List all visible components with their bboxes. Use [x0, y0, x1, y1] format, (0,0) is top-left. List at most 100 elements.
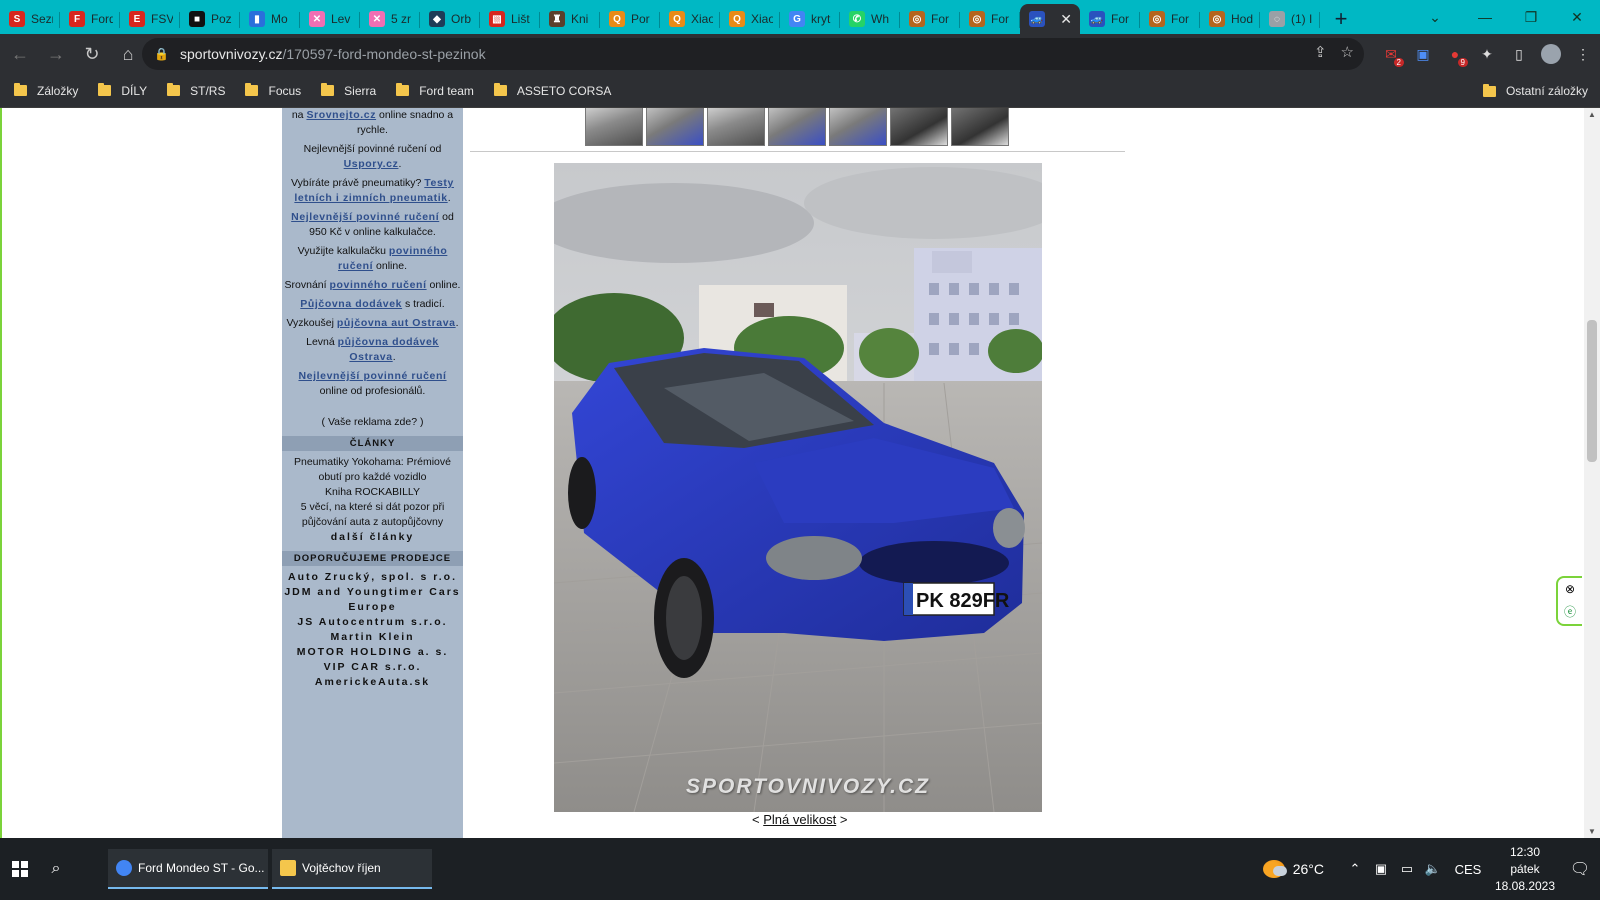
gallery-thumbnail[interactable] [646, 108, 704, 146]
gallery-thumbnail[interactable] [768, 108, 826, 146]
dealer-link[interactable]: AmerickeAuta.sk [284, 675, 461, 690]
translate-extension-icon[interactable]: ▣ [1410, 41, 1436, 67]
tab[interactable]: F Ford [60, 4, 120, 34]
ublock-extension-icon[interactable]: ● 9 [1442, 41, 1468, 67]
ad-link[interactable]: Uspory.cz [344, 158, 399, 170]
back-icon[interactable]: ← [4, 38, 36, 70]
main-car-photo[interactable]: PK 829FR SPORTOVNIVOZY.CZ [554, 163, 1042, 812]
bookmark-folder[interactable]: ST/RS [167, 83, 225, 98]
ad-link[interactable]: půjčovna dodávek Ostrava [338, 336, 439, 363]
dealer-link[interactable]: MOTOR HOLDING a. s. [284, 645, 461, 660]
tab-close-icon[interactable]: ✕ [1060, 11, 1072, 28]
ad-link[interactable]: půjčovna aut Ostrava [337, 317, 456, 329]
address-bar[interactable]: 🔒 sportovnivozy.cz/170597-ford-mondeo-st… [142, 38, 1364, 70]
taskbar-app[interactable]: Ford Mondeo ST - Go... [108, 849, 268, 889]
language-indicator[interactable]: CES [1446, 862, 1490, 877]
bookmark-star-icon[interactable]: ☆ [1341, 43, 1354, 61]
ad-cta[interactable]: ( Vaše reklama zde? ) [284, 415, 461, 430]
dealer-link[interactable]: Martin Klein [284, 630, 461, 645]
scroll-down-icon[interactable]: ▼ [1587, 827, 1597, 836]
widget-close-icon[interactable]: ⊗ [1565, 582, 1575, 596]
bookmark-folder[interactable]: Sierra [321, 83, 376, 98]
gmail-extension-icon[interactable]: ✉ 2 [1378, 41, 1404, 67]
fullsize-link[interactable]: Plná velikost [763, 812, 836, 827]
menu-kebab-icon[interactable]: ⋮ [1570, 41, 1596, 67]
start-button[interactable] [2, 849, 38, 889]
profile-avatar[interactable] [1538, 41, 1564, 67]
bookmark-folder[interactable]: ASSETO CORSA [493, 83, 611, 98]
tab[interactable]: ✆ Wh [840, 4, 900, 34]
article-link[interactable]: Pneumatiky Yokohama: Prémiové obutí pro … [284, 455, 461, 485]
ad-link[interactable]: povinného ručení [329, 279, 426, 291]
tab[interactable]: ✕ Lev [300, 4, 360, 34]
tab[interactable]: ◎ For [900, 4, 960, 34]
notifications-icon[interactable]: 🗨 [1560, 859, 1600, 879]
network-icon[interactable]: ▭ [1394, 861, 1420, 877]
tab[interactable]: Q Xiao [660, 4, 720, 34]
gallery-thumbnail[interactable] [707, 108, 765, 146]
home-icon[interactable]: ⌂ [112, 38, 144, 70]
other-bookmarks[interactable]: Ostatní záložky [1482, 83, 1588, 98]
tab[interactable]: ◎ For [960, 4, 1020, 34]
meet-icon[interactable]: ▣ [1368, 861, 1394, 877]
extensions-puzzle-icon[interactable]: ✦ [1474, 41, 1500, 67]
tab[interactable]: Q Por [600, 4, 660, 34]
tab[interactable]: E FSV [120, 4, 180, 34]
tab[interactable]: Gkryt [780, 4, 840, 34]
tab-search-icon[interactable]: ⌄ [1420, 4, 1450, 30]
widget-e-icon[interactable]: ⓔ [1564, 603, 1576, 620]
bookmark-folder[interactable]: DÍLY [98, 83, 147, 98]
taskbar-app[interactable]: Vojtěchov říjen [272, 849, 432, 889]
dealer-link[interactable]: JDM and Youngtimer Cars Europe [284, 585, 461, 615]
lock-icon[interactable]: 🔒 [154, 47, 169, 61]
article-link[interactable]: Kniha ROCKABILLY [284, 485, 461, 500]
scroll-up-icon[interactable]: ▲ [1587, 110, 1597, 119]
dealer-link[interactable]: JS Autocentrum s.r.o. [284, 615, 461, 630]
tab[interactable]: ◎ For [1140, 4, 1200, 34]
page-scrollbar[interactable]: ▲ ▼ [1584, 108, 1600, 838]
gallery-thumbnail[interactable] [890, 108, 948, 146]
clock[interactable]: 12:30 pátek 18.08.2023 [1490, 844, 1560, 895]
dealer-link[interactable]: Auto Zrucký, spol. s r.o. [284, 570, 461, 585]
bookmark-folder[interactable]: Focus [245, 83, 301, 98]
taskbar-search-icon[interactable]: ⌕ [38, 849, 74, 889]
tab[interactable]: ✕ 5 zr [360, 4, 420, 34]
weather-widget[interactable]: 26°C [1262, 860, 1324, 878]
tab[interactable]: ♜ Kni [540, 4, 600, 34]
gallery-thumbnail[interactable] [951, 108, 1009, 146]
tab[interactable]: S Sezr [0, 4, 60, 34]
forward-icon[interactable]: → [40, 38, 72, 70]
dealer-link[interactable]: VIP CAR s.r.o. [284, 660, 461, 675]
ad-link[interactable]: Srovnejto.cz [306, 109, 376, 121]
tab-strip: S Sezr F Ford E FSV ■ Poz ▮ Mo ✕ Lev ✕ 5 zr ◆ Orb ▧ Lišt ♜… [0, 0, 1600, 34]
tab[interactable]: ◆ Orb [420, 4, 480, 34]
tab-active[interactable]: 🚙 ✕ [1020, 4, 1080, 34]
tray-chevron-icon[interactable]: ⌃ [1342, 861, 1368, 877]
side-panel-icon[interactable]: ▯ [1506, 41, 1532, 67]
tab[interactable]: ▧ Lišt [480, 4, 540, 34]
tab[interactable]: ■ Poz [180, 4, 240, 34]
bookmark-folder[interactable]: Ford team [396, 83, 474, 98]
tab[interactable]: ▮ Mo [240, 4, 300, 34]
scroll-thumb[interactable] [1587, 320, 1597, 462]
more-articles-link[interactable]: další články [284, 530, 461, 545]
reload-icon[interactable]: ↻ [76, 38, 108, 70]
ad-link[interactable]: Nejlevnější povinné ručení [298, 370, 446, 382]
minimize-icon[interactable]: — [1462, 0, 1508, 34]
volume-icon[interactable]: 🔈 [1420, 861, 1446, 877]
new-tab-button[interactable]: + [1326, 4, 1356, 34]
tab[interactable]: ◎ Hod [1200, 4, 1260, 34]
tab[interactable]: 🚙 For [1080, 4, 1140, 34]
tab-title: Xiao [751, 12, 773, 26]
gallery-thumbnail[interactable] [585, 108, 643, 146]
gallery-thumbnail[interactable] [829, 108, 887, 146]
article-link[interactable]: 5 věcí, na které si dát pozor při půjčov… [284, 500, 461, 530]
ad-link[interactable]: Nejlevnější povinné ručení [291, 211, 439, 223]
restore-icon[interactable]: ❐ [1508, 0, 1554, 34]
ad-link[interactable]: Půjčovna dodávek [300, 298, 402, 310]
window-close-icon[interactable]: ✕ [1554, 0, 1600, 34]
tab[interactable]: ◌ (1) I [1260, 4, 1320, 34]
tab[interactable]: Q Xiao [720, 4, 780, 34]
bookmark-folder[interactable]: Záložky [14, 83, 78, 98]
share-icon[interactable]: ⇪ [1314, 43, 1327, 61]
